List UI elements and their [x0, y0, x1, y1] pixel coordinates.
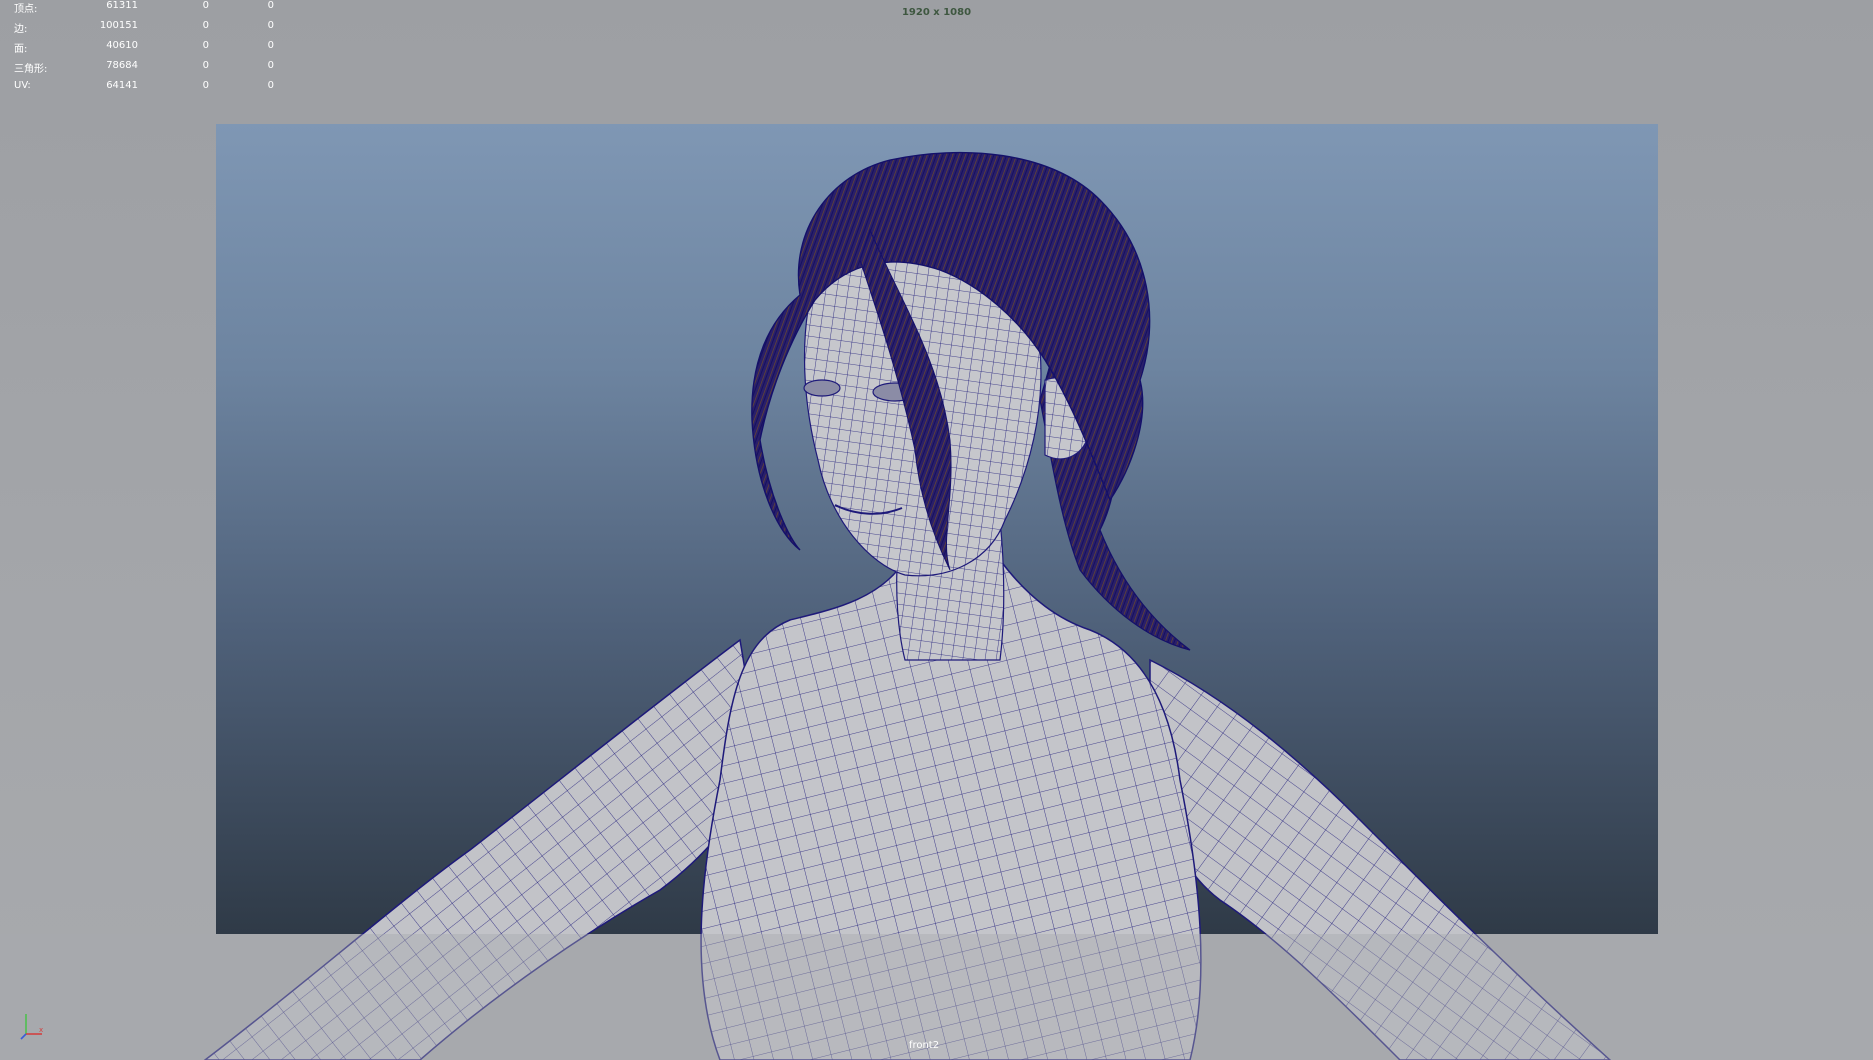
- stat-selected-alt: 0: [267, 60, 274, 71]
- stat-row-vertices: 顶点: 61311 0 0: [14, 0, 274, 15]
- stat-value: 61311: [106, 0, 138, 11]
- stat-value: 78684: [106, 60, 138, 71]
- stat-value: 64141: [106, 80, 138, 91]
- stat-label: UV:: [14, 80, 31, 91]
- stat-row-edges: 边: 100151 0 0: [14, 20, 274, 35]
- stat-selected: 0: [202, 0, 209, 11]
- stat-selected: 0: [202, 40, 209, 51]
- stat-selected-alt: 0: [267, 20, 274, 31]
- stat-label: 顶点:: [14, 4, 38, 15]
- stat-selected-alt: 0: [267, 80, 274, 91]
- stat-label: 边:: [14, 24, 28, 35]
- 3d-viewport[interactable]: 1920 x 1080 顶点: 61311 0 0 边: 100151 0 0 …: [0, 0, 1873, 1060]
- svg-text:x: x: [39, 1026, 43, 1034]
- stat-value: 40610: [106, 40, 138, 51]
- stat-selected: 0: [202, 80, 209, 91]
- character-wireframe-model[interactable]: [0, 0, 1873, 1060]
- resolution-readout: 1920 x 1080: [901, 7, 972, 18]
- stat-label: 面:: [14, 44, 28, 55]
- stat-selected-alt: 0: [267, 40, 274, 51]
- stat-selected-alt: 0: [267, 0, 274, 11]
- stat-value: 100151: [99, 20, 138, 31]
- stat-label: 三角形:: [14, 64, 48, 75]
- stat-row-uvs: UV: 64141 0 0: [14, 80, 274, 94]
- stat-row-triangles: 三角形: 78684 0 0: [14, 60, 274, 75]
- stat-selected: 0: [202, 60, 209, 71]
- stat-row-faces: 面: 40610 0 0: [14, 40, 274, 55]
- camera-name-label: front2: [908, 1040, 940, 1051]
- left-eye-mesh: [803, 379, 841, 397]
- view-axis-icon: x: [20, 1014, 43, 1040]
- stat-selected: 0: [202, 20, 209, 31]
